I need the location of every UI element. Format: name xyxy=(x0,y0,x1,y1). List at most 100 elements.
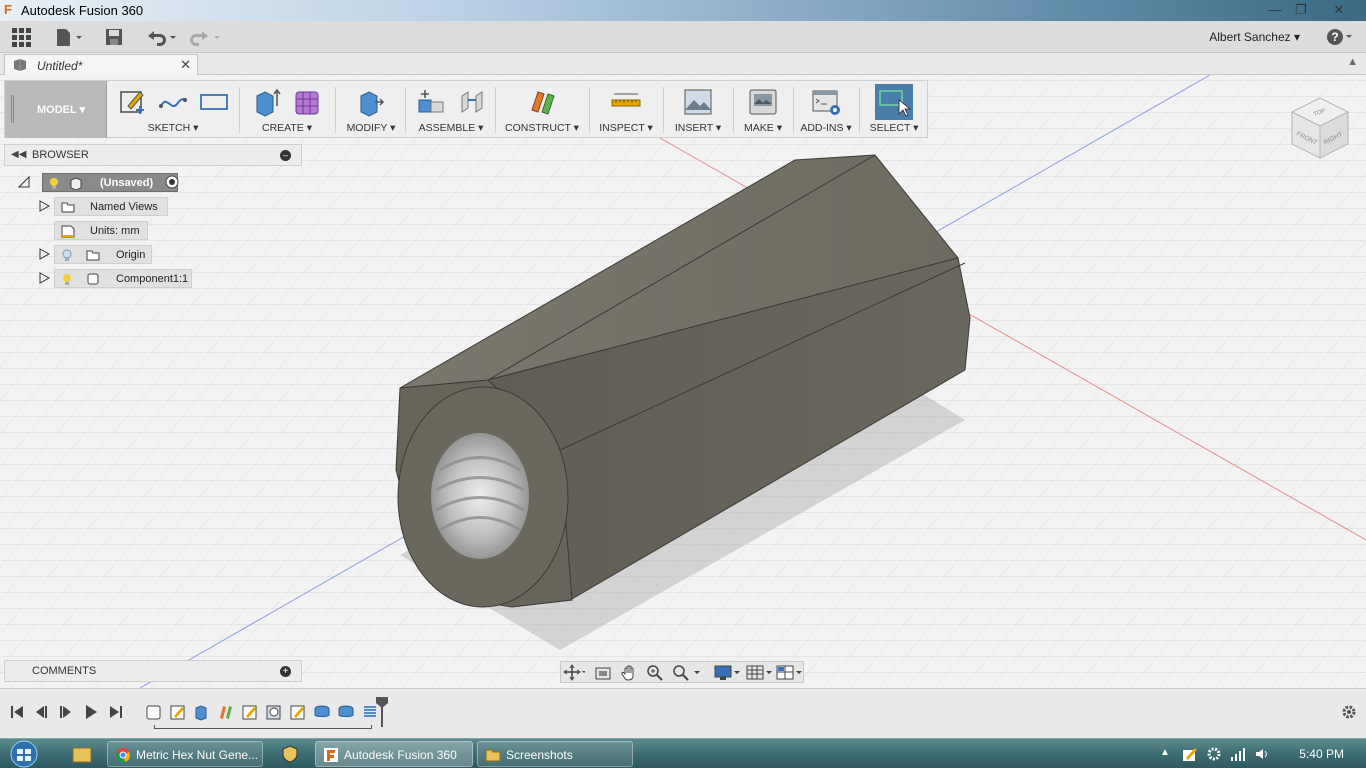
taskbar-item-chrome[interactable]: Metric Hex Nut Gene... xyxy=(107,741,263,767)
collapse-triangle-icon[interactable] xyxy=(18,176,30,188)
spline-icon[interactable] xyxy=(157,86,189,118)
make-group[interactable]: MAKE ▾ xyxy=(735,81,791,138)
expand-triangle-icon[interactable] xyxy=(38,272,50,284)
restore-icon[interactable]: ❐ xyxy=(1288,1,1314,19)
browser-options-icon[interactable]: – xyxy=(280,150,291,161)
grid-settings-icon[interactable] xyxy=(745,664,773,681)
expand-triangle-icon[interactable] xyxy=(38,248,50,260)
browser-item-component1[interactable]: Component1:1 xyxy=(38,269,198,288)
step-forward-icon[interactable] xyxy=(57,703,75,721)
browser-item-units[interactable]: Units: mm xyxy=(54,221,154,240)
volume-icon[interactable] xyxy=(1254,746,1270,762)
timeline-plane-icon[interactable] xyxy=(217,703,235,721)
file-menu-icon[interactable] xyxy=(54,27,84,47)
add-comment-icon[interactable]: + xyxy=(280,666,291,677)
go-to-end-icon[interactable] xyxy=(107,703,125,721)
collapse-ribbon-icon[interactable]: ▲ xyxy=(1347,56,1358,68)
select-icon[interactable] xyxy=(875,84,913,120)
security-shield-pin-icon[interactable] xyxy=(280,744,300,764)
joint-icon[interactable] xyxy=(456,86,488,118)
network-signal-icon[interactable] xyxy=(1230,746,1246,762)
timeline-sketch-icon[interactable] xyxy=(241,703,259,721)
help-icon[interactable]: ? xyxy=(1326,28,1354,46)
sketch-group[interactable]: SKETCH ▾ xyxy=(113,81,233,138)
taskbar-item-screenshots[interactable]: Screenshots xyxy=(477,741,633,767)
create-sketch-icon[interactable] xyxy=(116,86,148,118)
pan-icon[interactable] xyxy=(619,664,641,681)
browser-panel-header[interactable]: ◀◀ BROWSER – xyxy=(4,144,302,166)
offset-plane-icon[interactable] xyxy=(526,86,558,118)
canvas-viewport[interactable]: TOP FRONT RIGHT xyxy=(0,75,1366,688)
scripts-addins-icon[interactable] xyxy=(810,86,842,118)
title-bar: F Autodesk Fusion 360 — ❐ ✕ xyxy=(0,0,1366,21)
go-to-start-icon[interactable] xyxy=(8,703,26,721)
play-icon[interactable] xyxy=(82,703,100,721)
folder-icon xyxy=(61,202,75,213)
inspect-group[interactable]: INSPECT ▾ xyxy=(593,81,659,138)
timeline-extrude-icon[interactable] xyxy=(193,703,211,721)
collapse-browser-icon[interactable]: ◀◀ xyxy=(11,149,26,160)
taskbar-item-fusion[interactable]: Autodesk Fusion 360 xyxy=(315,741,473,767)
timeline-marker[interactable] xyxy=(374,697,390,727)
lightbulb-off-icon[interactable] xyxy=(61,249,73,262)
modify-group[interactable]: MODIFY ▾ xyxy=(339,81,403,138)
insert-image-icon[interactable] xyxy=(682,86,714,118)
close-icon[interactable]: ✕ xyxy=(1326,1,1352,19)
close-tab-icon[interactable]: ✕ xyxy=(180,57,191,73)
new-component-icon[interactable] xyxy=(415,86,447,118)
timeline-sketch-icon[interactable] xyxy=(289,703,307,721)
pen-tray-icon[interactable] xyxy=(1182,746,1198,762)
display-settings-icon[interactable] xyxy=(713,664,741,681)
file-explorer-pin-icon[interactable] xyxy=(72,744,92,764)
start-button-icon[interactable] xyxy=(6,740,42,768)
document-tab[interactable]: Untitled* ✕ xyxy=(4,54,198,75)
clock[interactable]: 5:40 PM xyxy=(1299,747,1344,761)
timeline-component-icon[interactable] xyxy=(145,703,163,721)
timeline-sketch-icon[interactable] xyxy=(169,703,187,721)
app-grid-icon[interactable] xyxy=(10,27,32,47)
comments-panel-header[interactable]: COMMENTS + xyxy=(4,660,302,682)
workspace-switcher[interactable]: MODEL ▾ xyxy=(5,81,107,138)
construct-group[interactable]: CONSTRUCT ▾ xyxy=(499,81,585,138)
orbit-icon[interactable] xyxy=(563,664,585,681)
taskbar-item-label: Metric Hex Nut Gene... xyxy=(136,748,259,762)
redo-icon[interactable] xyxy=(188,27,222,47)
user-menu[interactable]: Albert Sanchez ▾ xyxy=(1209,30,1300,44)
insert-group[interactable]: INSERT ▾ xyxy=(665,81,731,138)
press-pull-icon[interactable] xyxy=(355,86,387,118)
timeline-hole-icon[interactable] xyxy=(265,703,283,721)
chrome-icon xyxy=(116,748,130,763)
lightbulb-icon[interactable] xyxy=(48,177,60,190)
form-icon[interactable] xyxy=(292,86,324,118)
activate-radio-icon[interactable] xyxy=(165,175,179,189)
timeline-settings-gear-icon[interactable] xyxy=(1341,704,1357,720)
minimize-icon[interactable]: — xyxy=(1262,1,1288,19)
extrude-icon[interactable] xyxy=(251,86,283,118)
add-ins-group[interactable]: ADD-INS ▾ xyxy=(795,81,857,138)
document-tab-label: Untitled* xyxy=(37,59,83,73)
document-settings-icon xyxy=(61,225,75,238)
fit-view-icon[interactable] xyxy=(671,664,701,681)
zoom-icon[interactable] xyxy=(645,664,667,681)
look-at-icon[interactable] xyxy=(593,664,615,681)
expand-triangle-icon[interactable] xyxy=(38,200,50,212)
lightbulb-icon[interactable] xyxy=(61,273,73,286)
browser-item-named-views[interactable]: Named Views xyxy=(38,197,178,216)
measure-icon[interactable] xyxy=(610,86,642,118)
assemble-group[interactable]: ASSEMBLE ▾ xyxy=(409,81,493,138)
step-back-icon[interactable] xyxy=(32,703,50,721)
save-icon[interactable] xyxy=(104,27,124,47)
viewports-icon[interactable] xyxy=(775,664,803,681)
create-group[interactable]: CREATE ▾ xyxy=(245,81,329,138)
settings-tray-icon[interactable] xyxy=(1206,746,1222,762)
rectangle-icon[interactable] xyxy=(198,86,230,118)
3d-print-icon[interactable] xyxy=(747,86,779,118)
browser-item-origin[interactable]: Origin xyxy=(38,245,158,264)
viewcube[interactable]: TOP FRONT RIGHT xyxy=(1286,90,1354,162)
select-group[interactable]: SELECT ▾ xyxy=(863,81,925,138)
browser-item-root[interactable]: (Unsaved) xyxy=(18,173,188,192)
undo-icon[interactable] xyxy=(144,27,178,47)
timeline-revolve-icon[interactable] xyxy=(313,703,331,721)
timeline-revolve-icon[interactable] xyxy=(337,703,355,721)
show-hidden-icons-icon[interactable]: ▲ xyxy=(1160,747,1170,758)
